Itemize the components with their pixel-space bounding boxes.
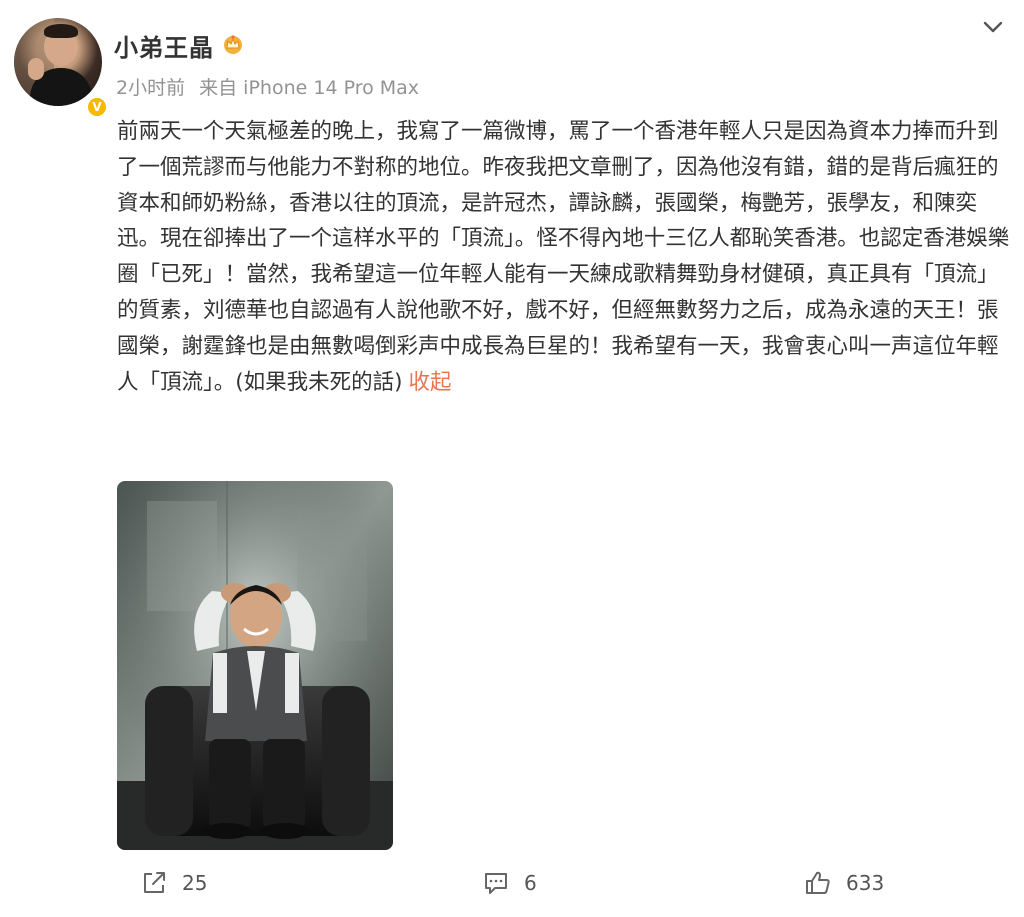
vip-crown-icon[interactable] xyxy=(222,33,244,55)
photo-illustration xyxy=(117,481,393,850)
like-button[interactable]: 633 xyxy=(804,867,884,899)
post-body: 前兩天一个天氣極差的晚上，我寫了一篇微博，罵了一个香港年輕人只是因為資本力捧而升… xyxy=(117,119,1010,395)
collapse-link[interactable]: 收起 xyxy=(409,370,452,395)
verified-badge-icon: V xyxy=(86,96,108,118)
avatar[interactable]: V xyxy=(14,18,108,118)
chevron-down-icon[interactable] xyxy=(980,14,1006,40)
post-text: 前兩天一个天氣極差的晚上，我寫了一篇微博，罵了一个香港年輕人只是因為資本力捧而升… xyxy=(117,114,1012,400)
comment-icon xyxy=(485,873,507,894)
share-icon xyxy=(144,872,165,893)
share-button[interactable]: 25 xyxy=(140,867,207,899)
username[interactable]: 小弟王晶 xyxy=(114,28,214,63)
like-count: 633 xyxy=(846,871,885,895)
post-meta: 2小时前 来自 iPhone 14 Pro Max xyxy=(116,73,419,100)
comment-count: 6 xyxy=(524,871,537,895)
post-time: 2小时前 xyxy=(116,77,186,99)
thumbs-up-icon xyxy=(806,871,830,894)
avatar-image xyxy=(14,18,102,106)
post-source: 来自 iPhone 14 Pro Max xyxy=(199,77,420,99)
share-count: 25 xyxy=(182,871,208,895)
comment-button[interactable]: 6 xyxy=(482,867,537,899)
post-image[interactable] xyxy=(117,481,393,850)
